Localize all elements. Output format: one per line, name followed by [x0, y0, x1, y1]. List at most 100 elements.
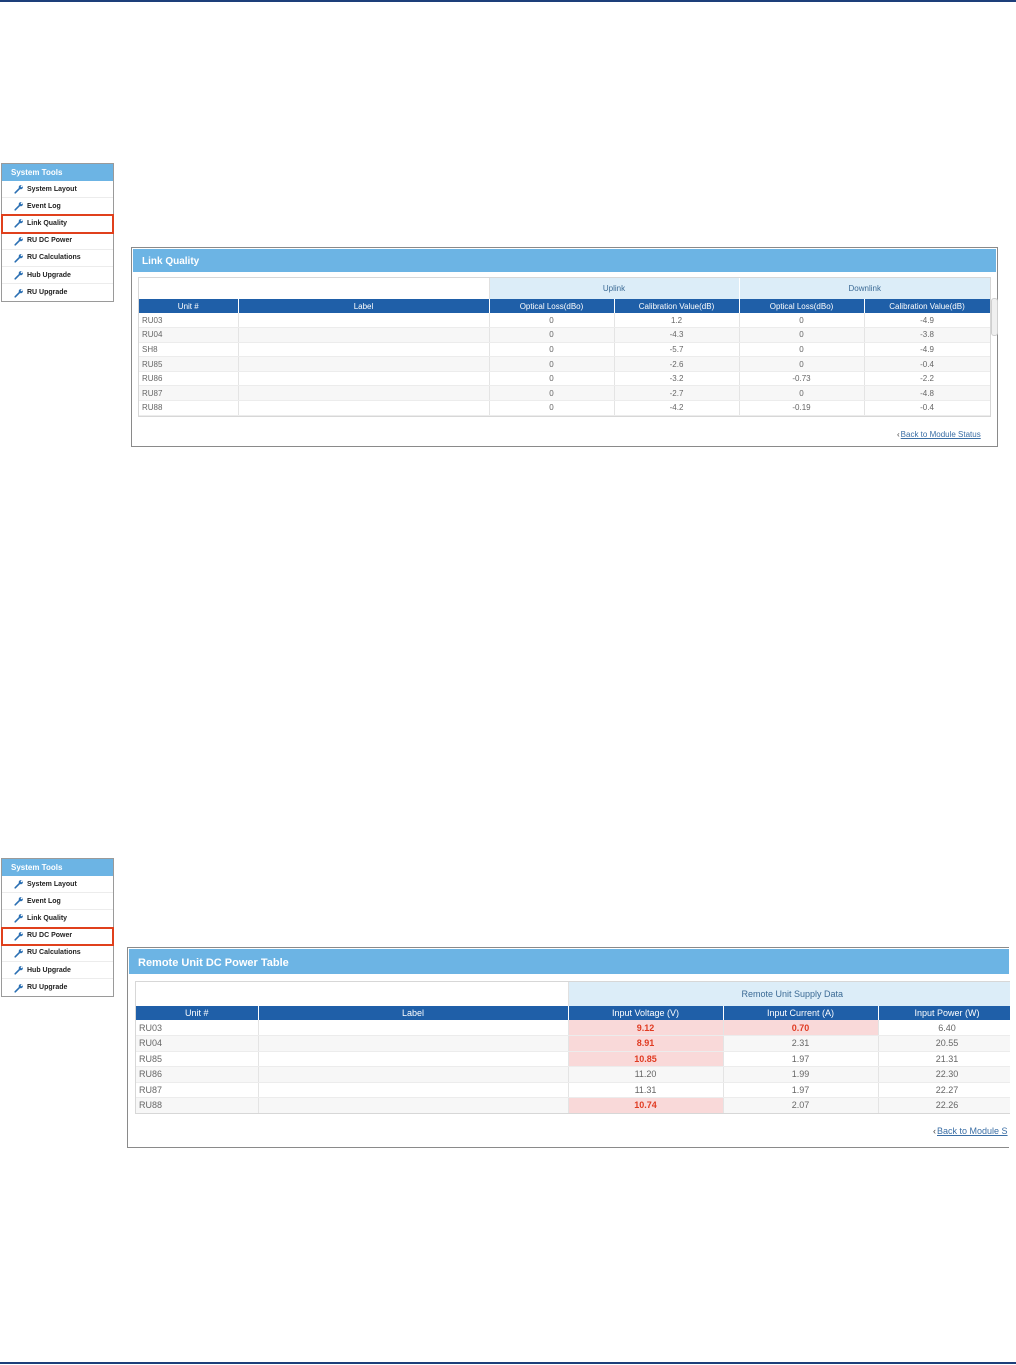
table-row[interactable]: RU04 0 -4.3 0 -3.8: [139, 327, 990, 343]
value-cell: -4.9: [864, 313, 990, 329]
table-row[interactable]: RU85 10.85 1.97 21.31: [136, 1051, 1010, 1067]
value-cell: 1.2: [614, 313, 740, 329]
column-header[interactable]: Input Current (A): [723, 1006, 879, 1020]
back-link-label: Back to Module S: [937, 1126, 1008, 1136]
value-cell: 0: [739, 356, 865, 372]
column-header[interactable]: Optical Loss(dBo): [489, 299, 615, 313]
value-cell: -2.7: [614, 385, 740, 402]
sidebar-item-label: RU Calculations: [27, 949, 81, 957]
wrench-icon: [14, 218, 24, 229]
value-cell: 1.97: [723, 1082, 879, 1098]
table-row[interactable]: RU04 8.91 2.31 20.55: [136, 1035, 1010, 1052]
table-row[interactable]: RU85 0 -2.6 0 -0.4: [139, 356, 990, 372]
back-link-label: Back to Module Status: [900, 430, 981, 439]
unit-cell: RU87: [136, 1082, 259, 1098]
table-row[interactable]: RU86 0 -3.2 -0.73 -2.2: [139, 371, 990, 387]
value-cell: -4.8: [864, 385, 990, 402]
alert-value-cell: 10.74: [568, 1097, 724, 1113]
group-header-uplink: Uplink: [488, 278, 740, 299]
sidebar-item-label: RU Upgrade: [27, 984, 68, 992]
sidebar-item-label: Event Log: [27, 897, 61, 905]
sidebar-item-hub-upgrade[interactable]: Hub Upgrade: [2, 267, 113, 285]
sidebar-item-system-layout[interactable]: System Layout: [2, 876, 113, 894]
sidebar-menu: System Layout Event Log Link Quality RU DC …: [1, 181, 114, 301]
table-row[interactable]: RU87 0 -2.7 0 -4.8: [139, 385, 990, 402]
value-cell: -4.9: [864, 342, 990, 358]
value-cell: -2.6: [614, 356, 740, 372]
sidebar-item-event-log[interactable]: Event Log: [2, 893, 113, 911]
value-cell: 1.99: [723, 1066, 879, 1083]
sidebar-item-ru-calculations[interactable]: RU Calculations: [2, 250, 113, 267]
table-row[interactable]: RU87 11.31 1.97 22.27: [136, 1082, 1010, 1098]
value-cell: -0.73: [739, 371, 865, 387]
sidebar-item-ru-upgrade[interactable]: RU Upgrade: [2, 284, 113, 301]
wrench-icon: [14, 270, 24, 280]
system-tools-sidebar-bottom: System Tools System Layout Event Log Link …: [1, 858, 114, 998]
back-to-module-status-link[interactable]: ‹Back to Module Status: [897, 430, 981, 439]
table-row[interactable]: RU03 0 1.2 0 -4.9: [139, 313, 990, 329]
value-cell: -3.8: [864, 327, 990, 343]
column-header[interactable]: Label: [258, 1006, 569, 1020]
label-cell: [258, 1082, 569, 1098]
column-header[interactable]: Label: [238, 299, 490, 313]
table-scrollbar[interactable]: [991, 298, 998, 336]
sidebar-item-system-layout[interactable]: System Layout: [2, 181, 113, 199]
value-cell: 0: [739, 313, 865, 329]
system-tools-sidebar-top: System Tools System Layout Event Log Link …: [1, 163, 114, 303]
value-cell: -5.7: [614, 342, 740, 358]
table-row[interactable]: RU86 11.20 1.99 22.30: [136, 1066, 1010, 1083]
value-cell: 21.31: [878, 1051, 1010, 1067]
value-cell: 0: [489, 342, 615, 358]
value-cell: -0.4: [864, 356, 990, 372]
value-cell: -3.2: [614, 371, 740, 387]
value-cell: 2.07: [723, 1097, 879, 1113]
back-to-module-status-link[interactable]: ‹Back to Module S: [933, 1126, 1008, 1136]
unit-cell: RU85: [139, 356, 239, 372]
sidebar-item-ru-calculations[interactable]: RU Calculations: [2, 945, 113, 962]
value-cell: -4.3: [614, 327, 740, 343]
column-header[interactable]: Input Voltage (V): [568, 1006, 724, 1020]
sidebar-item-event-log[interactable]: Event Log: [2, 198, 113, 216]
sidebar-item-link-quality[interactable]: Link Quality: [1, 214, 114, 234]
unit-cell: RU86: [136, 1066, 259, 1083]
column-header[interactable]: Optical Loss(dBo): [739, 299, 865, 313]
table-row[interactable]: SH8 0 -5.7 0 -4.9: [139, 342, 990, 358]
wrench-icon: [14, 236, 24, 246]
table-row[interactable]: RU03 9.12 0.70 6.40: [136, 1020, 1010, 1036]
group-header-blank: [139, 278, 490, 299]
sidebar-item-ru-dc-power[interactable]: RU DC Power: [1, 926, 114, 946]
label-cell: [238, 313, 490, 329]
sidebar-item-label: RU DC Power: [27, 237, 73, 245]
wrench-icon: [14, 965, 24, 975]
column-header[interactable]: Input Power (W): [878, 1006, 1010, 1020]
unit-cell: RU88: [136, 1097, 259, 1113]
sidebar-item-ru-upgrade[interactable]: RU Upgrade: [2, 979, 113, 996]
value-cell: 0: [739, 342, 865, 358]
column-header[interactable]: Calibration Value(dB): [614, 299, 740, 313]
value-cell: 0: [489, 400, 615, 416]
sidebar-item-hub-upgrade[interactable]: Hub Upgrade: [2, 962, 113, 980]
value-cell: 22.27: [878, 1082, 1010, 1098]
table-row[interactable]: RU88 10.74 2.07 22.26: [136, 1097, 1010, 1113]
label-cell: [238, 327, 490, 343]
label-cell: [238, 400, 490, 416]
dc-power-table: Remote Unit Supply Data Unit # Label Input…: [136, 982, 1010, 1113]
label-cell: [238, 371, 490, 387]
column-header[interactable]: Calibration Value(dB): [864, 299, 990, 313]
column-header[interactable]: Unit #: [139, 299, 239, 313]
value-cell: 20.55: [878, 1035, 1010, 1052]
value-cell: 22.30: [878, 1066, 1010, 1083]
value-cell: 6.40: [878, 1020, 1010, 1036]
unit-cell: RU88: [139, 400, 239, 416]
chevron-left-icon: ‹: [897, 430, 900, 439]
value-cell: 22.26: [878, 1097, 1010, 1113]
wrench-icon: [14, 983, 24, 993]
table-row[interactable]: RU88 0 -4.2 -0.19 -0.4: [139, 400, 990, 416]
wrench-icon: [14, 931, 24, 941]
group-header-downlink: Downlink: [738, 278, 990, 299]
column-header[interactable]: Unit #: [136, 1006, 259, 1020]
unit-cell: RU04: [139, 327, 239, 343]
sidebar-item-link-quality[interactable]: Link Quality: [2, 910, 113, 928]
wrench-icon: [14, 253, 24, 263]
sidebar-item-ru-dc-power[interactable]: RU DC Power: [2, 233, 113, 250]
